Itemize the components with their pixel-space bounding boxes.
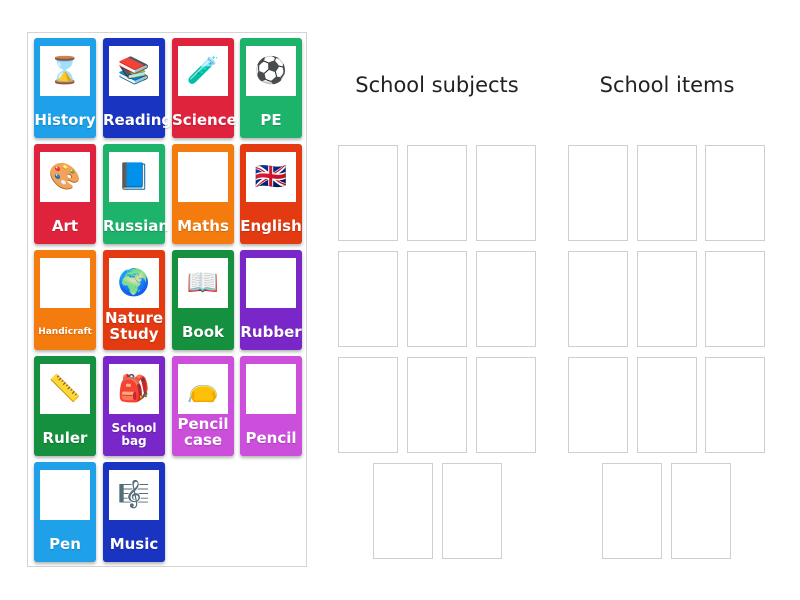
globe-icon: 🌍 <box>109 258 159 308</box>
card-pen[interactable]: 🖊 Pen <box>34 462 96 562</box>
ruler-icon: 📏 <box>40 364 90 414</box>
drop-slot-school-subjects[interactable] <box>407 251 467 347</box>
drop-slot-school-items[interactable] <box>705 251 765 347</box>
card-label: Reading <box>103 111 173 129</box>
book-stack-icon: 📖 <box>178 258 228 308</box>
card-label: Science <box>172 111 237 129</box>
drop-slot-school-subjects[interactable] <box>407 357 467 453</box>
drop-slot-school-items[interactable] <box>705 357 765 453</box>
drop-slot-school-items[interactable] <box>568 251 628 347</box>
eraser-icon: ▭ <box>246 258 296 308</box>
drop-slot-school-items[interactable] <box>671 463 731 559</box>
card-history[interactable]: ⌛ History <box>34 38 96 138</box>
science-kids-icon: 🧪 <box>178 46 228 96</box>
drop-slot-school-items[interactable] <box>637 145 697 241</box>
card-english[interactable]: 🇬🇧 English <box>240 144 302 244</box>
books-icon: 📚 <box>109 46 159 96</box>
drop-slot-school-items[interactable] <box>637 357 697 453</box>
card-maths[interactable]: ✏ Maths <box>172 144 234 244</box>
drop-slot-school-subjects[interactable] <box>338 251 398 347</box>
english-board-icon: 🇬🇧 <box>246 152 296 202</box>
card-ruler[interactable]: 📏 Ruler <box>34 356 96 456</box>
pen-icon: 🖊 <box>40 470 90 520</box>
russian-book-icon: 📘 <box>109 152 159 202</box>
handicraft-icon: ✂ <box>40 258 90 308</box>
hourglass-icon: ⌛ <box>40 46 90 96</box>
drop-slot-school-subjects[interactable] <box>442 463 502 559</box>
card-label: School bag <box>111 421 157 448</box>
card-label: Music <box>109 535 159 553</box>
card-label: Pencil case <box>177 415 229 449</box>
card-reading[interactable]: 📚 Reading <box>103 38 173 138</box>
group-heading-school-subjects: School subjects <box>355 73 519 97</box>
palette-icon: 🎨 <box>40 152 90 202</box>
drop-slot-school-items[interactable] <box>705 145 765 241</box>
card-label: English <box>240 217 302 235</box>
card-school-bag[interactable]: 🎒 School bag <box>103 356 165 456</box>
card-label: Ruler <box>42 429 88 447</box>
card-label: Maths <box>177 217 229 235</box>
card-rubber[interactable]: ▭ Rubber <box>240 250 302 350</box>
card-label: Nature Study <box>104 309 164 343</box>
card-pencil-case[interactable]: 👝 Pencil case <box>172 356 234 456</box>
card-label: Handicraft <box>38 327 92 337</box>
drop-slot-school-items[interactable] <box>568 357 628 453</box>
card-book[interactable]: 📖 Book <box>172 250 234 350</box>
sports-balls-icon: ⚽ <box>246 46 296 96</box>
backpack-icon: 🎒 <box>109 364 159 414</box>
pencil-case-icon: 👝 <box>178 364 228 414</box>
drop-slot-school-subjects[interactable] <box>476 357 536 453</box>
sheet-music-icon: 🎼 <box>109 470 159 520</box>
drop-slot-school-items[interactable] <box>568 145 628 241</box>
drop-slot-school-subjects[interactable] <box>338 145 398 241</box>
drop-slot-school-subjects[interactable] <box>338 357 398 453</box>
drop-slot-school-subjects[interactable] <box>476 145 536 241</box>
card-pe[interactable]: ⚽ PE <box>240 38 302 138</box>
card-nature-study[interactable]: 🌍 Nature Study <box>103 250 165 350</box>
card-label: Art <box>51 217 79 235</box>
card-handicraft[interactable]: ✂ Handicraft <box>34 250 96 350</box>
pencil-icon: ✏ <box>246 364 296 414</box>
card-label: PE <box>260 111 282 129</box>
card-label: Pencil <box>245 429 297 447</box>
card-music[interactable]: 🎼 Music <box>103 462 165 562</box>
group-heading-school-items: School items <box>599 73 735 97</box>
card-pencil[interactable]: ✏ Pencil <box>240 356 302 456</box>
drop-slot-school-subjects[interactable] <box>407 145 467 241</box>
card-label: Russian <box>103 217 170 235</box>
drop-slot-school-subjects[interactable] <box>476 251 536 347</box>
drop-slot-school-items[interactable] <box>637 251 697 347</box>
card-label: Pen <box>49 535 81 553</box>
card-label: Book <box>181 323 225 341</box>
drop-slot-school-subjects[interactable] <box>373 463 433 559</box>
card-russian[interactable]: 📘 Russian <box>103 144 170 244</box>
card-art[interactable]: 🎨 Art <box>34 144 96 244</box>
card-science[interactable]: 🧪 Science <box>172 38 237 138</box>
math-notes-icon: ✏ <box>178 152 228 202</box>
drop-slot-school-items[interactable] <box>602 463 662 559</box>
card-label: History <box>34 111 96 129</box>
card-label: Rubber <box>240 323 302 341</box>
